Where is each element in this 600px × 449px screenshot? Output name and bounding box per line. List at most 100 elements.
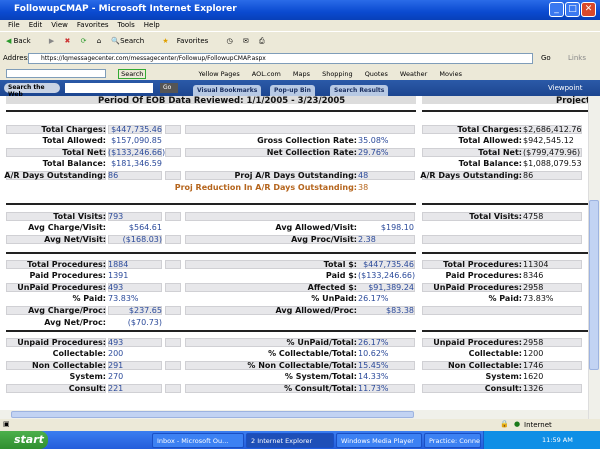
menu-view[interactable]: View: [51, 21, 68, 29]
menu-favorites[interactable]: Favorites: [77, 21, 109, 29]
row-label: Paid Procedures:: [29, 271, 106, 281]
toolbar-search-button[interactable]: Search: [118, 68, 147, 79]
home-icon[interactable]: ⌂: [97, 37, 101, 45]
row-value-mid: 11.73%: [358, 383, 389, 393]
tab-search-results[interactable]: Search Results: [330, 85, 389, 96]
row-value-project: 73.83%: [523, 294, 554, 304]
row-label: Collectable:: [52, 349, 106, 359]
row-value-mid: 15.45%: [358, 360, 389, 370]
zone-label: Internet: [524, 421, 552, 429]
row-value: 1391: [108, 271, 129, 281]
minimize-button[interactable]: _: [549, 2, 564, 17]
row-value-project: 86: [523, 170, 534, 180]
row-value: $564.61: [128, 223, 162, 233]
row-label-mid: % UnPaid:: [311, 294, 357, 304]
task-practice[interactable]: Practice: Connectiu...: [424, 433, 481, 448]
print-icon[interactable]: ⎙: [259, 37, 265, 45]
row-value-project: 1200: [523, 349, 544, 359]
toolbar-search-input[interactable]: [6, 69, 106, 78]
row-label-project: Total Balance:: [458, 159, 522, 169]
close-button[interactable]: ✕: [581, 2, 596, 17]
menu-tools[interactable]: Tools: [118, 21, 135, 29]
row-label-mid: Avg Allowed/Proc:: [275, 305, 357, 315]
row-value: 493: [108, 282, 124, 292]
link-quotes[interactable]: Quotes: [365, 70, 388, 78]
search-label: Search: [120, 37, 145, 45]
links-toolbar: Search Yellow Pages AOL.com Maps Shoppin…: [0, 66, 600, 80]
maximize-button[interactable]: □: [565, 2, 580, 17]
row-value-mid: 26.17%: [358, 294, 389, 304]
search-web-input[interactable]: [65, 83, 153, 93]
row-label: UnPaid Procedures:: [17, 282, 106, 292]
row-label: Total Balance:: [42, 159, 106, 169]
task-media-player[interactable]: Windows Media Player: [336, 433, 422, 448]
row-label-mid: % Collectable/Total:: [268, 349, 357, 359]
refresh-icon[interactable]: ⟳: [81, 37, 87, 45]
favorites-button[interactable]: ★ Favorites: [162, 37, 216, 45]
vertical-scroll-thumb[interactable]: [589, 200, 599, 370]
row-label: Consult:: [68, 383, 106, 393]
row-label-mid: Gross Collection Rate:: [257, 136, 357, 146]
section-divider: [6, 252, 416, 254]
row-label-project: Collectable:: [468, 349, 522, 359]
row-value: ($168.03): [122, 234, 162, 244]
stop-icon[interactable]: ✖: [64, 37, 70, 45]
row-value: 793: [108, 211, 124, 221]
mail-icon[interactable]: ✉: [243, 37, 249, 45]
search-button[interactable]: 🔍Search: [111, 37, 152, 45]
row-bar: [185, 125, 415, 134]
tab-visual-bookmarks[interactable]: Visual Bookmarks: [193, 85, 262, 96]
row-bar: [165, 338, 181, 347]
menu-edit[interactable]: Edit: [29, 21, 43, 29]
row-label-project: Total Charges:: [457, 124, 522, 134]
start-button[interactable]: start: [0, 431, 48, 449]
task-internet-explorer[interactable]: 2 Internet Explorer: [246, 433, 334, 448]
links-button[interactable]: Links: [568, 54, 586, 62]
row-label-mid: Proj Reduction In A/R Days Outstanding:: [174, 182, 357, 192]
menu-help[interactable]: Help: [144, 21, 160, 29]
go-button[interactable]: Go: [541, 54, 551, 62]
row-bar: [165, 125, 181, 134]
row-label: A/R Days Outstanding:: [4, 170, 106, 180]
row-value-mid: ($133,246.66): [358, 271, 416, 281]
section-divider: [6, 203, 416, 205]
menu-file[interactable]: File: [8, 21, 20, 29]
history-icon[interactable]: ◷: [227, 37, 233, 45]
tab-popup-bin[interactable]: Pop-up Bin: [270, 85, 315, 96]
row-value-project: $942,545.12: [523, 136, 574, 146]
link-aol[interactable]: AOL.com: [252, 70, 281, 78]
row-label-project: Total Procedures:: [443, 259, 522, 269]
row-value: $181,346.59: [111, 159, 162, 169]
row-value-mid: $83.38: [386, 305, 414, 315]
row-label-mid: Total $:: [323, 259, 357, 269]
row-bar: [165, 212, 181, 221]
link-maps[interactable]: Maps: [293, 70, 310, 78]
row-bar: [165, 148, 181, 158]
search-web-go[interactable]: Go: [160, 83, 178, 93]
row-label-mid: Avg Proc/Visit:: [291, 234, 357, 244]
row-bar: [165, 235, 181, 245]
back-button[interactable]: ◀ Back: [6, 37, 39, 45]
address-input[interactable]: https://lqmessagecenter.com/messagecente…: [28, 53, 533, 64]
row-label: Avg Charge/Visit:: [28, 223, 106, 233]
link-shopping[interactable]: Shopping: [322, 70, 353, 78]
row-value: 221: [108, 383, 124, 393]
link-yellow-pages[interactable]: Yellow Pages: [199, 70, 240, 78]
row-label-mid: Avg Allowed/Visit:: [275, 223, 357, 233]
title-bar: FollowupCMAP - Microsoft Internet Explor…: [0, 0, 600, 20]
forward-button[interactable]: ▶: [49, 37, 54, 45]
menu-bar: File Edit View Favorites Tools Help: [0, 20, 600, 31]
search-web-button[interactable]: Search the Web: [4, 83, 60, 98]
link-weather[interactable]: Weather: [400, 70, 427, 78]
row-label-mid: Affected $:: [307, 282, 357, 292]
taskbar: start Inbox - Microsoft Ou... 2 Internet…: [0, 431, 600, 449]
link-movies[interactable]: Movies: [439, 70, 462, 78]
row-label: System:: [69, 372, 106, 382]
row-label: % Paid:: [72, 294, 106, 304]
section-divider-right: [422, 203, 588, 205]
row-label-project: Total Allowed:: [458, 136, 522, 146]
horizontal-scroll-thumb[interactable]: [11, 411, 414, 418]
row-label-project: Paid Procedures:: [445, 271, 522, 281]
task-inbox[interactable]: Inbox - Microsoft Ou...: [152, 433, 244, 448]
row-label-mid: Proj A/R Days Outstanding:: [234, 170, 357, 180]
